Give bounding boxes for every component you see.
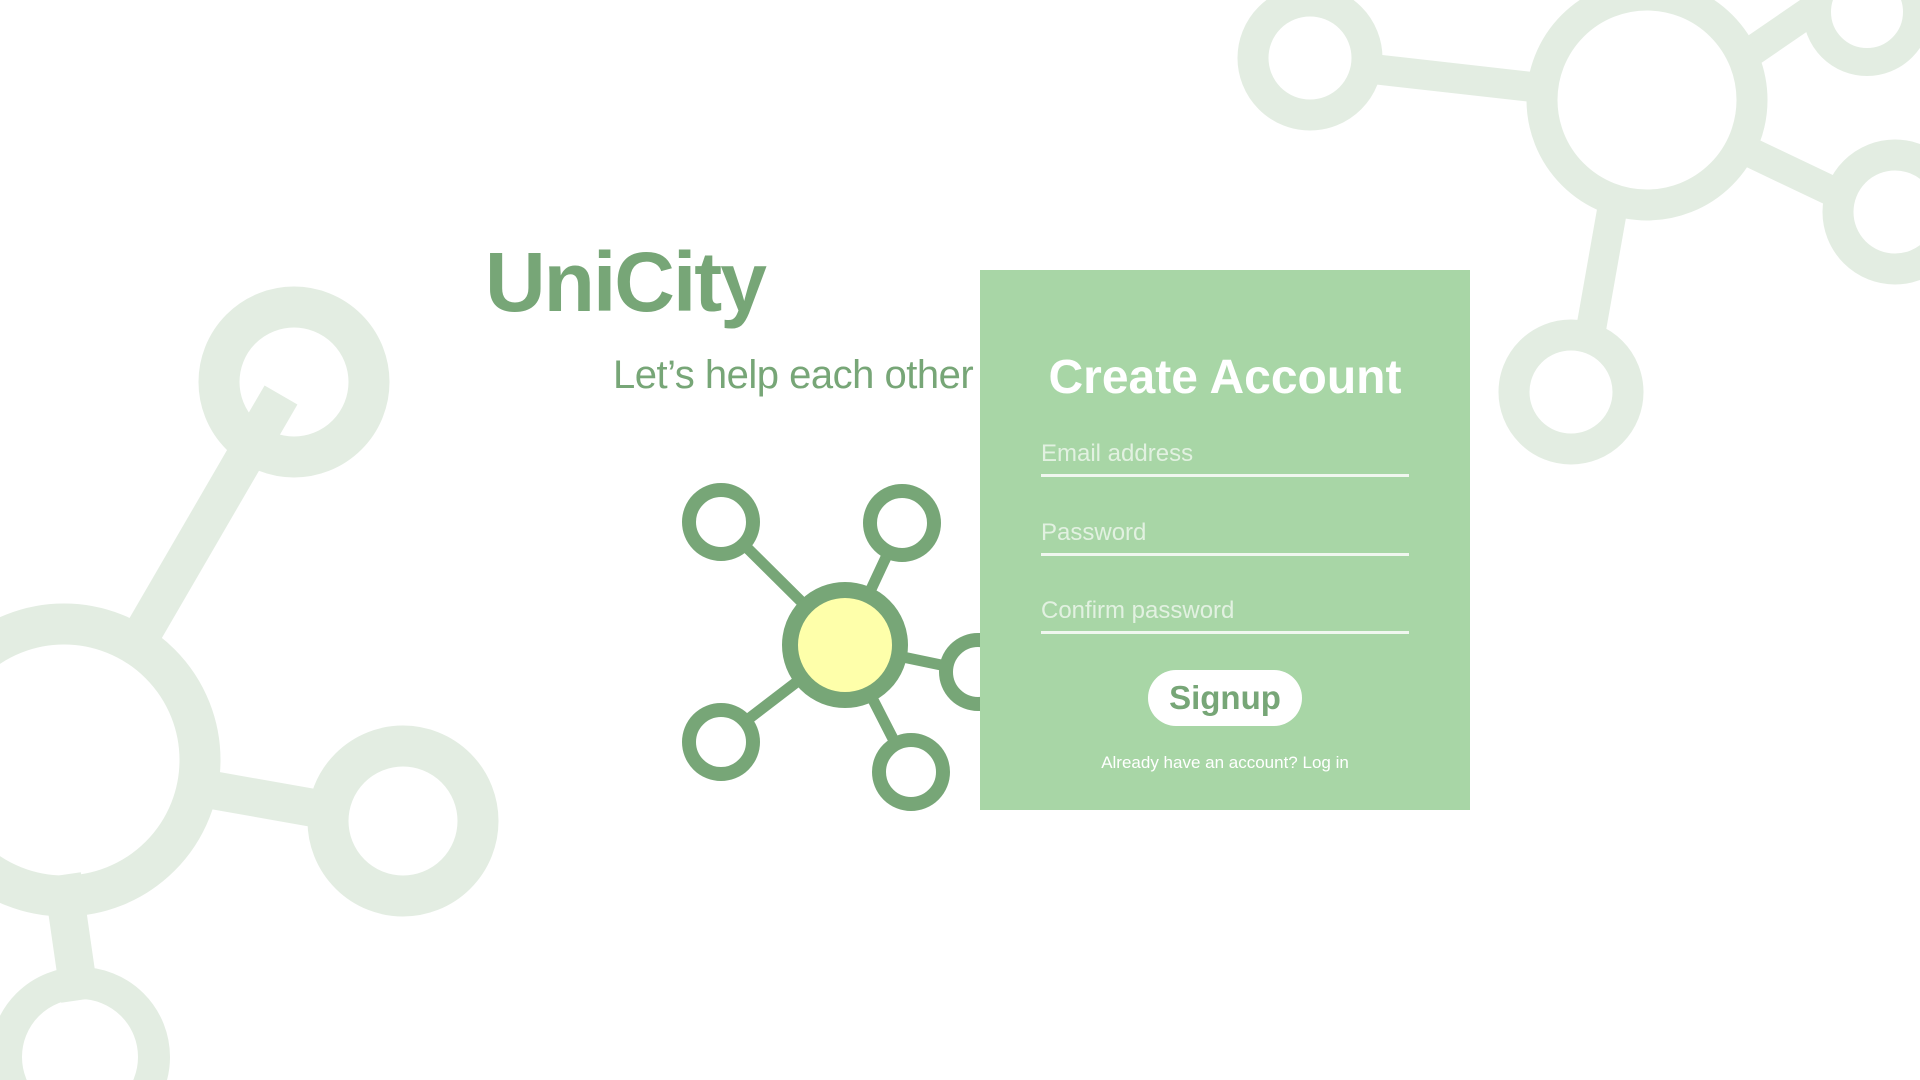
- network-nodes-icon: [682, 483, 980, 811]
- signup-page: UniCity Let’s help each other Create Acc…: [0, 0, 1920, 1080]
- password-field: [1041, 513, 1409, 556]
- confirm-password-field: [1041, 591, 1409, 634]
- create-account-heading: Create Account: [1048, 351, 1402, 404]
- brand-tagline: Let’s help each other: [613, 353, 974, 397]
- signup-button[interactable]: Signup: [1148, 670, 1302, 726]
- confirm-password-input[interactable]: [1041, 591, 1409, 631]
- brand-title: UniCity: [485, 235, 767, 329]
- password-input[interactable]: [1041, 513, 1409, 553]
- email-field: [1041, 434, 1409, 477]
- login-link[interactable]: Already have an account? Log in: [980, 753, 1470, 773]
- email-input[interactable]: [1041, 434, 1409, 474]
